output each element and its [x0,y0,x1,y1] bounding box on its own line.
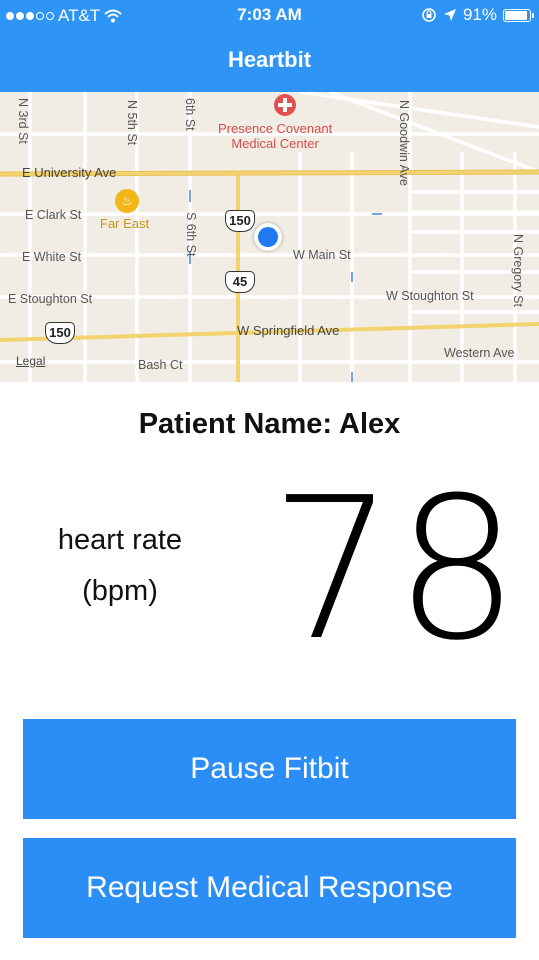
app-header: AT&T 7:03 AM 91% Heartbit [0,0,539,92]
heart-rate-value: 78 [270,456,520,684]
current-location-marker [254,223,282,251]
street-label: N Goodwin Ave [397,100,411,186]
street-label: W Main St [293,248,351,262]
hospital-icon[interactable] [274,94,296,116]
battery-icon [503,8,534,22]
street-label: W Stoughton St [386,289,474,303]
heart-rate-label-line2: (bpm) [82,575,158,607]
street-label: N 3rd St [16,98,30,144]
heart-rate-label: heart rate (bpm) [40,515,200,617]
hospital-label[interactable]: Presence Covenant Medical Center [218,121,332,151]
street-label: Bash Ct [138,358,183,372]
street-label: E Clark St [25,208,82,222]
street-label: N 5th St [125,100,139,146]
rotation-lock-icon [422,8,436,22]
battery-percent: 91% [462,5,497,24]
street-label: W Springfield Ave [237,323,340,338]
heart-rate-label-line1: heart rate [57,524,183,556]
restaurant-icon[interactable]: ♨ [115,189,139,213]
route-shield: 150 [225,210,255,232]
street-label: E Stoughton St [8,292,93,306]
request-medical-response-button[interactable]: Request Medical Response [23,838,516,938]
street-label: E University Ave [22,165,117,180]
street-label: E White St [22,250,82,264]
map-legal-link[interactable]: Legal [16,354,45,368]
status-bar: AT&T 7:03 AM 91% [0,0,539,30]
patient-name: Patient Name: Alex [138,408,401,440]
pause-fitbit-button[interactable]: Pause Fitbit [23,719,516,819]
location-arrow-icon [443,9,456,21]
map-view[interactable]: N 3rd St N 5th St 6th St S 6th St N Good… [0,92,539,382]
street-label: Western Ave [444,346,515,360]
status-right: 91% [421,5,534,25]
route-shield: 150 [45,322,75,344]
page-title: Heartbit [227,47,312,72]
route-shield: 45 [225,271,255,293]
street-label: 6th St [183,98,197,131]
restaurant-label[interactable]: Far East [100,216,149,231]
street-label: S 6th St [184,212,198,257]
street-label: N Gregory St [511,234,525,307]
